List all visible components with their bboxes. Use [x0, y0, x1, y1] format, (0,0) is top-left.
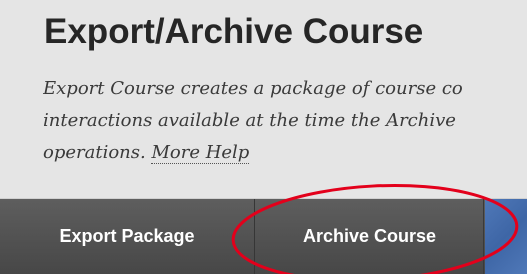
- description-line: Export Course creates a package of cours…: [43, 78, 463, 99]
- action-bar: Export Package Archive Course: [0, 199, 527, 274]
- archive-course-button[interactable]: Archive Course: [256, 199, 484, 274]
- description-line: operations. More Help: [43, 137, 527, 169]
- page-description: Export Course creates a package of cours…: [43, 73, 527, 183]
- more-help-link[interactable]: More Help: [151, 142, 250, 164]
- page-title: Export/Archive Course: [44, 12, 424, 51]
- description-line-text: operations.: [43, 142, 152, 163]
- description-line: interactions available at the time the A…: [43, 110, 456, 131]
- page-header: Export/Archive Course Export Course crea…: [0, 0, 527, 199]
- export-package-button[interactable]: Export Package: [0, 199, 255, 274]
- next-action-button-partial[interactable]: [485, 199, 527, 274]
